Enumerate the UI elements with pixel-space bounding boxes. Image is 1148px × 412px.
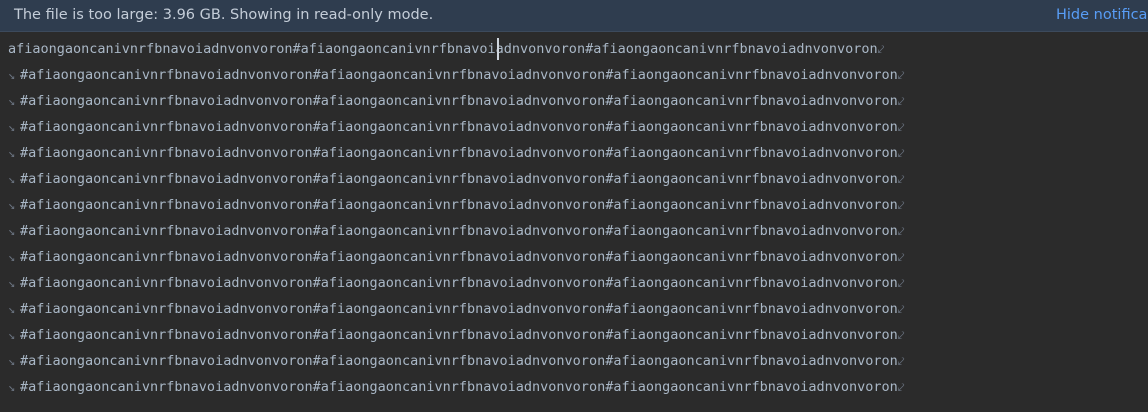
- line-text: #afiaongaoncanivnrfbnavoiadnvonvoron#afi…: [20, 301, 898, 317]
- soft-wrap-start-icon: ↘: [8, 380, 16, 394]
- editor-line: ↘ #afiaongaoncanivnrfbnavoiadnvonvoron#af…: [8, 166, 905, 192]
- soft-wrap-start-icon: ↘: [8, 198, 16, 212]
- line-text: #afiaongaoncanivnrfbnavoiadnvonvoron#afi…: [20, 353, 898, 369]
- soft-wrap-end-icon: ⤦: [897, 120, 905, 134]
- line-text: #afiaongaoncanivnrfbnavoiadnvonvoron#afi…: [20, 145, 898, 161]
- line-text: #afiaongaoncanivnrfbnavoiadnvonvoron#afi…: [20, 119, 898, 135]
- soft-wrap-end-icon: ⤦: [897, 302, 905, 316]
- hide-notification-link[interactable]: Hide notifica: [1056, 7, 1147, 23]
- editor-line: ↘ #afiaongaoncanivnrfbnavoiadnvonvoron#af…: [8, 114, 905, 140]
- soft-wrap-end-icon: ⤦: [897, 94, 905, 108]
- soft-wrap-start-icon: ↘: [8, 68, 16, 82]
- editor-line: ↘ #afiaongaoncanivnrfbnavoiadnvonvoron#af…: [8, 88, 905, 114]
- soft-wrap-start-icon: ↘: [8, 250, 16, 264]
- line-text: afiaongaoncanivnrfbnavoiadnvonvoron#afia…: [8, 41, 878, 57]
- soft-wrap-start-icon: ↘: [8, 354, 16, 368]
- soft-wrap-start-icon: ↘: [8, 302, 16, 316]
- line-text: #afiaongaoncanivnrfbnavoiadnvonvoron#afi…: [20, 223, 898, 239]
- soft-wrap-start-icon: ↘: [8, 328, 16, 342]
- soft-wrap-end-icon: ⤦: [897, 224, 905, 238]
- notification-message: The file is too large: 3.96 GB. Showing …: [14, 7, 434, 23]
- soft-wrap-end-icon: ⤦: [897, 68, 905, 82]
- soft-wrap-start-icon: ↘: [8, 120, 16, 134]
- text-editor[interactable]: afiaongaoncanivnrfbnavoiadnvonvoron#afia…: [0, 32, 1148, 412]
- editor-line: ↘ #afiaongaoncanivnrfbnavoiadnvonvoron#af…: [8, 374, 905, 400]
- line-text: #afiaongaoncanivnrfbnavoiadnvonvoron#afi…: [20, 197, 898, 213]
- soft-wrap-start-icon: ↘: [8, 276, 16, 290]
- soft-wrap-end-icon: ⤦: [897, 276, 905, 290]
- soft-wrap-end-icon: ⤦: [897, 250, 905, 264]
- soft-wrap-end-icon: ⤦: [897, 380, 905, 394]
- editor-line: ↘ #afiaongaoncanivnrfbnavoiadnvonvoron#af…: [8, 348, 905, 374]
- editor-line: ↘ #afiaongaoncanivnrfbnavoiadnvonvoron#af…: [8, 140, 905, 166]
- line-text: #afiaongaoncanivnrfbnavoiadnvonvoron#afi…: [20, 249, 898, 265]
- line-text: #afiaongaoncanivnrfbnavoiadnvonvoron#afi…: [20, 93, 898, 109]
- editor-line: afiaongaoncanivnrfbnavoiadnvonvoron#afia…: [8, 36, 884, 62]
- file-size-notification-banner: The file is too large: 3.96 GB. Showing …: [0, 0, 1148, 32]
- line-text: #afiaongaoncanivnrfbnavoiadnvonvoron#afi…: [20, 67, 898, 83]
- soft-wrap-end-icon: ⤦: [897, 354, 905, 368]
- line-text: #afiaongaoncanivnrfbnavoiadnvonvoron#afi…: [20, 327, 898, 343]
- soft-wrap-end-icon: ⤦: [897, 146, 905, 160]
- soft-wrap-start-icon: ↘: [8, 146, 16, 160]
- editor-line: ↘ #afiaongaoncanivnrfbnavoiadnvonvoron#af…: [8, 192, 905, 218]
- soft-wrap-start-icon: ↘: [8, 172, 16, 186]
- editor-line: ↘ #afiaongaoncanivnrfbnavoiadnvonvoron#af…: [8, 62, 905, 88]
- soft-wrap-end-icon: ⤦: [897, 198, 905, 212]
- soft-wrap-end-icon: ⤦: [897, 328, 905, 342]
- line-text: #afiaongaoncanivnrfbnavoiadnvonvoron#afi…: [20, 171, 898, 187]
- soft-wrap-start-icon: ↘: [8, 224, 16, 238]
- editor-line: ↘ #afiaongaoncanivnrfbnavoiadnvonvoron#af…: [8, 244, 905, 270]
- soft-wrap-start-icon: ↘: [8, 94, 16, 108]
- soft-wrap-end-icon: ⤦: [877, 42, 885, 56]
- editor-line: ↘ #afiaongaoncanivnrfbnavoiadnvonvoron#af…: [8, 218, 905, 244]
- editor-line: ↘ #afiaongaoncanivnrfbnavoiadnvonvoron#af…: [8, 322, 905, 348]
- soft-wrap-end-icon: ⤦: [897, 172, 905, 186]
- editor-window: The file is too large: 3.96 GB. Showing …: [0, 0, 1148, 412]
- line-text: #afiaongaoncanivnrfbnavoiadnvonvoron#afi…: [20, 379, 898, 395]
- line-text: #afiaongaoncanivnrfbnavoiadnvonvoron#afi…: [20, 275, 898, 291]
- editor-line: ↘ #afiaongaoncanivnrfbnavoiadnvonvoron#af…: [8, 270, 905, 296]
- text-caret: [497, 38, 499, 60]
- editor-line: ↘ #afiaongaoncanivnrfbnavoiadnvonvoron#af…: [8, 296, 905, 322]
